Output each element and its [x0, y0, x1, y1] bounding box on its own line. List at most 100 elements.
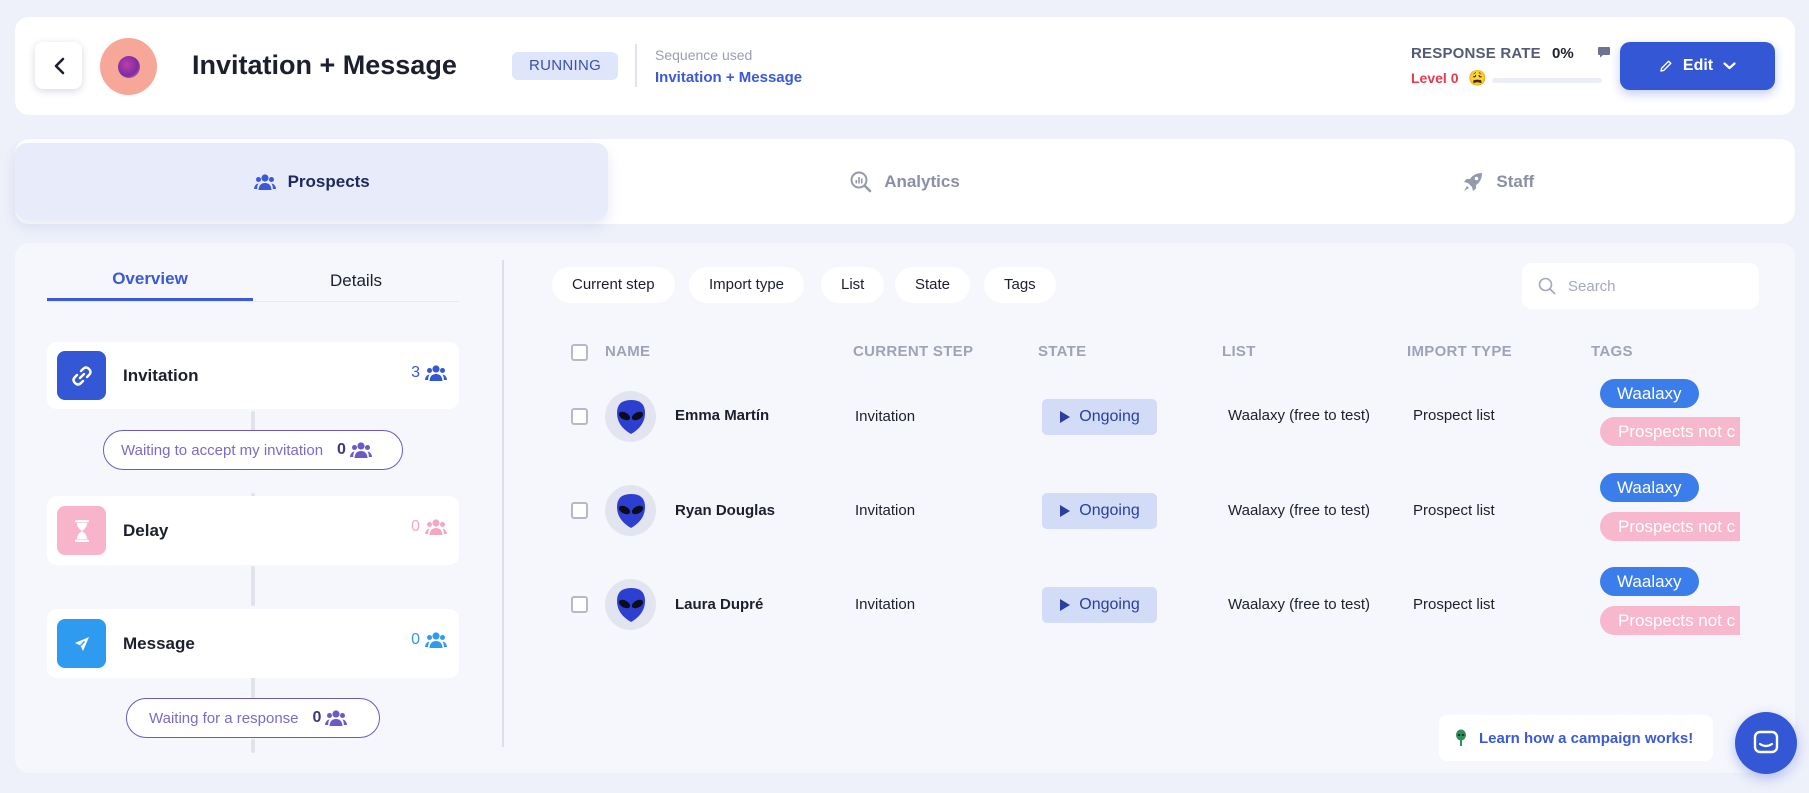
prospect-import-type: Prospect list — [1413, 502, 1495, 519]
state-label: Ongoing — [1079, 408, 1140, 425]
prospect-import-type: Prospect list — [1413, 596, 1495, 613]
send-icon — [74, 636, 89, 651]
state-badge: Ongoing — [1042, 493, 1157, 529]
subtab-overview[interactable]: Overview — [47, 260, 253, 301]
response-rate-label: RESPONSE RATE — [1411, 45, 1541, 62]
step-icon-box — [57, 506, 106, 555]
users-icon — [349, 442, 372, 458]
subtab-details[interactable]: Details — [253, 260, 459, 301]
column-header[interactable]: TAGS — [1591, 343, 1633, 360]
step-count-value: 3 — [411, 364, 420, 381]
tab-analytics[interactable]: Analytics — [608, 139, 1201, 224]
step-delay[interactable]: Delay 0 — [47, 496, 459, 565]
wait-count: 0 — [312, 709, 322, 726]
step-message[interactable]: Message 0 — [47, 609, 459, 678]
tag-badge: Waalaxy — [1600, 567, 1699, 596]
avatar — [605, 485, 656, 536]
link-icon — [71, 365, 92, 386]
filter-list[interactable]: List — [821, 267, 885, 303]
search-icon — [1538, 277, 1556, 295]
wait-label: Waiting for a response — [149, 709, 299, 727]
prospect-import-type: Prospect list — [1413, 407, 1495, 424]
tag-badge: Prospects not c — [1600, 606, 1740, 635]
analytics-icon — [850, 171, 872, 192]
avatar — [605, 579, 656, 630]
tag-badge: Prospects not c — [1600, 512, 1740, 541]
filter-current-step[interactable]: Current step — [552, 267, 675, 303]
campaign-avatar — [100, 38, 157, 95]
overview-subtabs: Overview Details — [47, 260, 459, 302]
page-title: Invitation + Message — [192, 50, 457, 80]
users-icon — [425, 519, 447, 535]
panel-divider — [502, 260, 504, 747]
chat-bubble-icon[interactable] — [1597, 46, 1611, 58]
state-label: Ongoing — [1079, 502, 1140, 519]
alien-avatar-icon — [616, 399, 645, 434]
edit-label: Edit — [1682, 57, 1714, 74]
step-count: 0 — [411, 518, 447, 536]
filter-tags[interactable]: Tags — [984, 267, 1056, 303]
chevron-down-icon — [1723, 62, 1736, 70]
back-button[interactable] — [35, 42, 82, 89]
play-icon — [1060, 411, 1071, 423]
prospect-name[interactable]: Ryan Douglas — [675, 502, 775, 519]
state-badge: Ongoing — [1042, 399, 1157, 435]
row-checkbox[interactable] — [571, 502, 588, 519]
tag-badge: Prospects not c — [1600, 417, 1740, 446]
play-icon — [1060, 599, 1071, 611]
row-checkbox[interactable] — [571, 596, 588, 613]
prospect-list: Waalaxy (free to test) — [1228, 596, 1370, 613]
column-header[interactable]: CURRENT STEP — [853, 343, 973, 360]
learn-campaign-link[interactable]: Learn how a campaign works! — [1439, 715, 1713, 761]
tab-prospects[interactable]: Prospects — [15, 143, 609, 220]
step-icon-box — [57, 351, 106, 400]
prospect-list: Waalaxy (free to test) — [1228, 502, 1370, 519]
tag-badge: Waalaxy — [1600, 473, 1699, 502]
alien-avatar-icon — [616, 493, 645, 528]
edit-button[interactable]: Edit — [1620, 42, 1775, 90]
sequence-connector — [251, 739, 255, 753]
prospect-step: Invitation — [855, 408, 916, 425]
prospect-name[interactable]: Laura Dupré — [675, 596, 763, 613]
state-label: Ongoing — [1079, 596, 1140, 613]
main-tabs: Prospects Analytics Staff — [15, 139, 1795, 224]
step-count: 0 — [411, 631, 447, 649]
prospects-panel: Overview Details Invitation 3 Waiting to… — [15, 243, 1795, 773]
campaign-header: Invitation + Message RUNNING Sequence us… — [15, 17, 1795, 115]
wait-accept-invitation[interactable]: Waiting to accept my invitation 0 — [103, 430, 403, 470]
users-icon — [425, 632, 447, 648]
filter-state[interactable]: State — [895, 267, 971, 303]
select-all-checkbox[interactable] — [571, 344, 588, 361]
tab-analytics-label: Analytics — [884, 171, 960, 191]
level-emoji: 😩 — [1468, 70, 1487, 87]
prospect-step: Invitation — [855, 596, 916, 613]
row-checkbox[interactable] — [571, 408, 588, 425]
prospect-step: Invitation — [855, 502, 916, 519]
chevron-left-icon — [54, 57, 64, 74]
column-header[interactable]: LIST — [1222, 343, 1256, 360]
tab-prospects-label: Prospects — [287, 171, 370, 191]
sequence-link[interactable]: Invitation + Message — [655, 69, 802, 86]
step-label: Invitation — [123, 365, 199, 385]
step-invitation[interactable]: Invitation 3 — [47, 342, 459, 409]
chat-icon — [1753, 730, 1779, 754]
column-header[interactable]: STATE — [1038, 343, 1086, 360]
column-header[interactable]: IMPORT TYPE — [1407, 343, 1512, 360]
prospect-name[interactable]: Emma Martín — [675, 407, 769, 424]
search-input[interactable] — [1568, 277, 1728, 295]
tab-staff[interactable]: Staff — [1202, 139, 1795, 224]
wait-label: Waiting to accept my invitation — [121, 441, 324, 459]
alien-avatar-icon — [616, 587, 645, 622]
column-header[interactable]: NAME — [605, 343, 650, 360]
filter-import-type[interactable]: Import type — [689, 267, 805, 303]
step-icon-box — [57, 619, 106, 668]
wait-count: 0 — [337, 441, 346, 458]
sequence-connector — [251, 566, 255, 606]
tag-badge: Waalaxy — [1600, 379, 1699, 408]
wait-response[interactable]: Waiting for a response 0 — [126, 698, 380, 738]
step-count: 3 — [411, 364, 447, 382]
chat-button[interactable] — [1735, 712, 1797, 774]
users-icon — [253, 173, 276, 190]
response-rate-value: 0% — [1552, 45, 1574, 62]
sequence-label: Sequence used — [655, 47, 753, 63]
